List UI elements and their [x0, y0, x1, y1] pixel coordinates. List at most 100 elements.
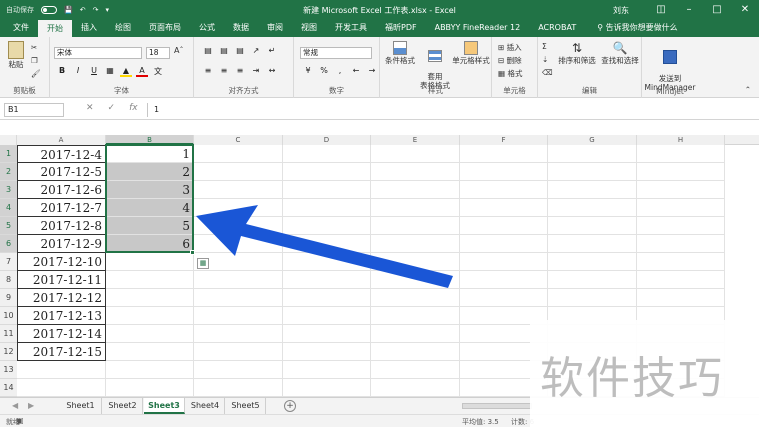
column-header[interactable]: E: [371, 135, 460, 145]
collapse-ribbon-icon[interactable]: ⌃: [745, 85, 751, 94]
cancel-icon[interactable]: ✕: [86, 103, 94, 113]
cell[interactable]: 2: [106, 163, 194, 181]
maximize-icon[interactable]: □: [703, 0, 731, 19]
cell[interactable]: 2017-12-10: [17, 253, 106, 271]
align-bottom-icon[interactable]: ▤: [234, 46, 246, 55]
cut-icon[interactable]: ✂: [31, 43, 37, 52]
percent-icon[interactable]: %: [318, 66, 330, 75]
row-header[interactable]: 9: [0, 289, 17, 307]
undo-icon[interactable]: ↶: [80, 6, 86, 14]
ribbon-display-icon[interactable]: ◫: [647, 0, 675, 19]
cell[interactable]: 2017-12-9: [17, 235, 106, 253]
find-select-button[interactable]: 🔍 查找和选择: [600, 41, 640, 66]
cell[interactable]: [371, 163, 460, 181]
phonetic-icon[interactable]: 文: [152, 66, 164, 77]
cell[interactable]: [548, 145, 637, 163]
ribbon-tab[interactable]: 插入: [72, 19, 106, 37]
ribbon-tab[interactable]: 视图: [292, 19, 326, 37]
orientation-icon[interactable]: ↗: [250, 46, 262, 55]
ribbon-tab[interactable]: 福昕PDF: [376, 19, 426, 37]
autosum-icon[interactable]: Σ: [542, 42, 547, 51]
ribbon-tab[interactable]: 绘图: [106, 19, 140, 37]
cell[interactable]: [106, 307, 194, 325]
cell[interactable]: 2017-12-12: [17, 289, 106, 307]
cell[interactable]: [283, 235, 371, 253]
cell[interactable]: [194, 361, 283, 379]
fill-icon[interactable]: ⇣: [542, 55, 548, 64]
cell[interactable]: [371, 361, 460, 379]
name-box[interactable]: B1: [4, 103, 64, 117]
cell[interactable]: [371, 325, 460, 343]
sheet-tab[interactable]: Sheet2: [103, 398, 143, 414]
cell[interactable]: [106, 271, 194, 289]
align-top-icon[interactable]: ▤: [202, 46, 214, 55]
cell[interactable]: [637, 271, 725, 289]
row-header[interactable]: 5: [0, 217, 17, 235]
cell[interactable]: [371, 199, 460, 217]
row-header[interactable]: 8: [0, 271, 17, 289]
sheet-tab[interactable]: Sheet5: [226, 398, 266, 414]
ribbon-tab[interactable]: ABBYY FineReader 12: [426, 19, 530, 37]
cell[interactable]: [17, 361, 106, 379]
save-icon[interactable]: 💾: [64, 6, 73, 14]
cell[interactable]: [283, 199, 371, 217]
delete-cells-button[interactable]: ⊟ 删除: [498, 55, 522, 66]
cell[interactable]: [637, 145, 725, 163]
cell[interactable]: [460, 163, 548, 181]
row-header[interactable]: 3: [0, 181, 17, 199]
cell[interactable]: [106, 325, 194, 343]
cell[interactable]: [371, 289, 460, 307]
cell[interactable]: [283, 307, 371, 325]
cell[interactable]: [548, 163, 637, 181]
paste-button[interactable]: 粘贴: [6, 41, 26, 70]
cell[interactable]: [548, 217, 637, 235]
cell[interactable]: 5: [106, 217, 194, 235]
cell[interactable]: [283, 271, 371, 289]
ribbon-tab[interactable]: 开始: [38, 20, 72, 37]
cell[interactable]: [460, 235, 548, 253]
formula-input[interactable]: 1: [147, 103, 755, 117]
cell[interactable]: [283, 289, 371, 307]
cell[interactable]: [637, 289, 725, 307]
cell[interactable]: [283, 325, 371, 343]
cell[interactable]: 2017-12-14: [17, 325, 106, 343]
column-header[interactable]: H: [637, 135, 725, 145]
cell[interactable]: [194, 145, 283, 163]
row-header[interactable]: 2: [0, 163, 17, 181]
cell[interactable]: [17, 379, 106, 397]
cell[interactable]: [371, 307, 460, 325]
cell[interactable]: [637, 199, 725, 217]
decrease-decimal-icon[interactable]: →: [366, 66, 378, 75]
sheet-tab[interactable]: Sheet3: [144, 398, 185, 414]
wrap-text-icon[interactable]: ↵: [266, 46, 278, 55]
format-cells-button[interactable]: ▦ 格式: [498, 68, 522, 79]
cell[interactable]: [283, 163, 371, 181]
cell[interactable]: [283, 181, 371, 199]
align-center-icon[interactable]: ≡: [218, 66, 230, 75]
cell[interactable]: [106, 253, 194, 271]
column-header[interactable]: A: [17, 135, 106, 145]
fill-color-icon[interactable]: ▲: [120, 66, 132, 77]
align-left-icon[interactable]: ≡: [202, 66, 214, 75]
redo-icon[interactable]: ↷: [93, 6, 99, 14]
font-name-box[interactable]: 宋体: [54, 47, 142, 59]
cell[interactable]: [194, 289, 283, 307]
cell[interactable]: [106, 361, 194, 379]
select-all-corner[interactable]: [0, 135, 17, 145]
cell[interactable]: [548, 235, 637, 253]
number-format-box[interactable]: 常规: [300, 47, 372, 59]
column-header[interactable]: G: [548, 135, 637, 145]
cell[interactable]: [283, 343, 371, 361]
quick-analysis-icon[interactable]: ▦: [197, 258, 209, 269]
cell[interactable]: 2017-12-5: [17, 163, 106, 181]
autosave-toggle[interactable]: [41, 5, 57, 14]
ribbon-tab[interactable]: 页面布局: [140, 19, 190, 37]
row-header[interactable]: 6: [0, 235, 17, 253]
bold-icon[interactable]: B: [56, 66, 68, 77]
row-header[interactable]: 4: [0, 199, 17, 217]
new-sheet-icon[interactable]: +: [284, 400, 296, 412]
cell[interactable]: 2017-12-11: [17, 271, 106, 289]
horizontal-scrollbar[interactable]: [462, 403, 532, 409]
italic-icon[interactable]: I: [72, 66, 84, 77]
cell[interactable]: [283, 145, 371, 163]
